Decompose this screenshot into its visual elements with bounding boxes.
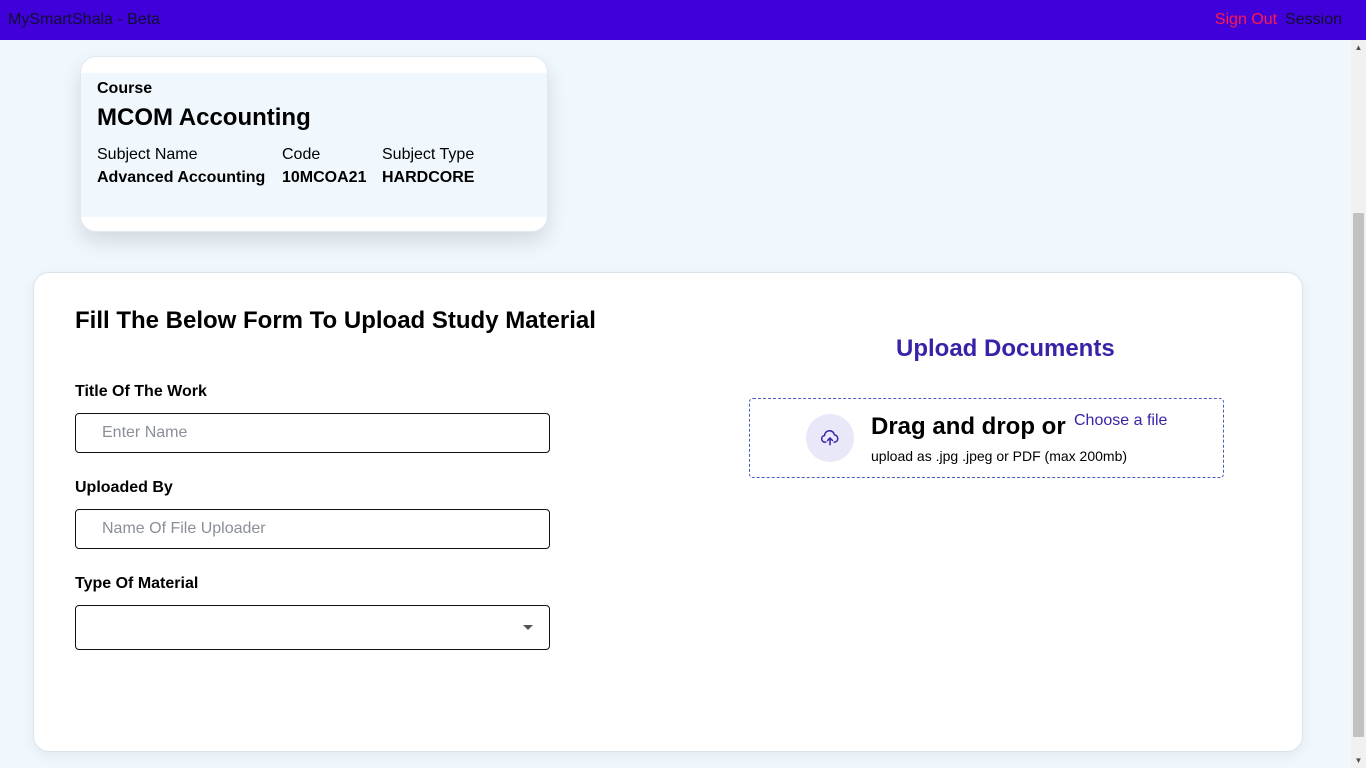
form-heading: Fill The Below Form To Upload Study Mate… — [75, 307, 596, 334]
subject-details: Subject Name Code Subject Type Advanced … — [97, 146, 531, 187]
subject-name-value: Advanced Accounting — [97, 169, 266, 186]
upload-form-card: Fill The Below Form To Upload Study Mate… — [33, 272, 1303, 752]
subject-type-header: Subject Type — [382, 146, 475, 163]
session-link[interactable]: Session — [1285, 11, 1342, 29]
course-info-card: Course MCOM Accounting Subject Name Code… — [80, 56, 548, 232]
title-of-work-label: Title Of The Work — [75, 383, 207, 400]
code-value: 10MCOA21 — [282, 169, 367, 186]
top-navbar: MySmartShala - Beta Sign Out Session — [0, 0, 1366, 40]
material-type-select[interactable] — [75, 605, 550, 650]
file-dropzone[interactable]: Drag and drop or Choose a file upload as… — [749, 398, 1224, 478]
vertical-scrollbar[interactable]: ▲ ▼ — [1351, 40, 1366, 768]
subject-type-value: HARDCORE — [382, 169, 475, 186]
sign-out-link[interactable]: Sign Out — [1215, 11, 1277, 29]
course-info-body: Course MCOM Accounting Subject Name Code… — [81, 73, 547, 217]
scroll-up-arrow-icon[interactable]: ▲ — [1351, 40, 1366, 55]
scroll-thumb[interactable] — [1353, 213, 1364, 737]
cloud-upload-icon[interactable] — [806, 414, 854, 462]
course-name: MCOM Accounting — [97, 104, 311, 131]
dropdown-arrow-icon — [523, 625, 533, 630]
upload-format-hint: upload as .jpg .jpeg or PDF (max 200mb) — [871, 448, 1128, 464]
scroll-down-arrow-icon[interactable]: ▼ — [1351, 753, 1366, 768]
title-of-work-input[interactable] — [75, 413, 550, 453]
brand-title[interactable]: MySmartShala - Beta — [8, 11, 160, 29]
top-nav-links: Sign Out Session — [1215, 11, 1342, 29]
subject-name-header: Subject Name — [97, 146, 198, 163]
uploaded-by-label: Uploaded By — [75, 479, 173, 496]
material-type-label: Type Of Material — [75, 575, 199, 592]
choose-file-link[interactable]: Choose a file — [1074, 412, 1167, 430]
upload-documents-title: Upload Documents — [896, 335, 1115, 362]
course-label: Course — [97, 80, 153, 97]
drag-and-drop-text: Drag and drop or — [871, 413, 1066, 440]
code-header: Code — [282, 146, 321, 163]
uploaded-by-input[interactable] — [75, 509, 550, 549]
